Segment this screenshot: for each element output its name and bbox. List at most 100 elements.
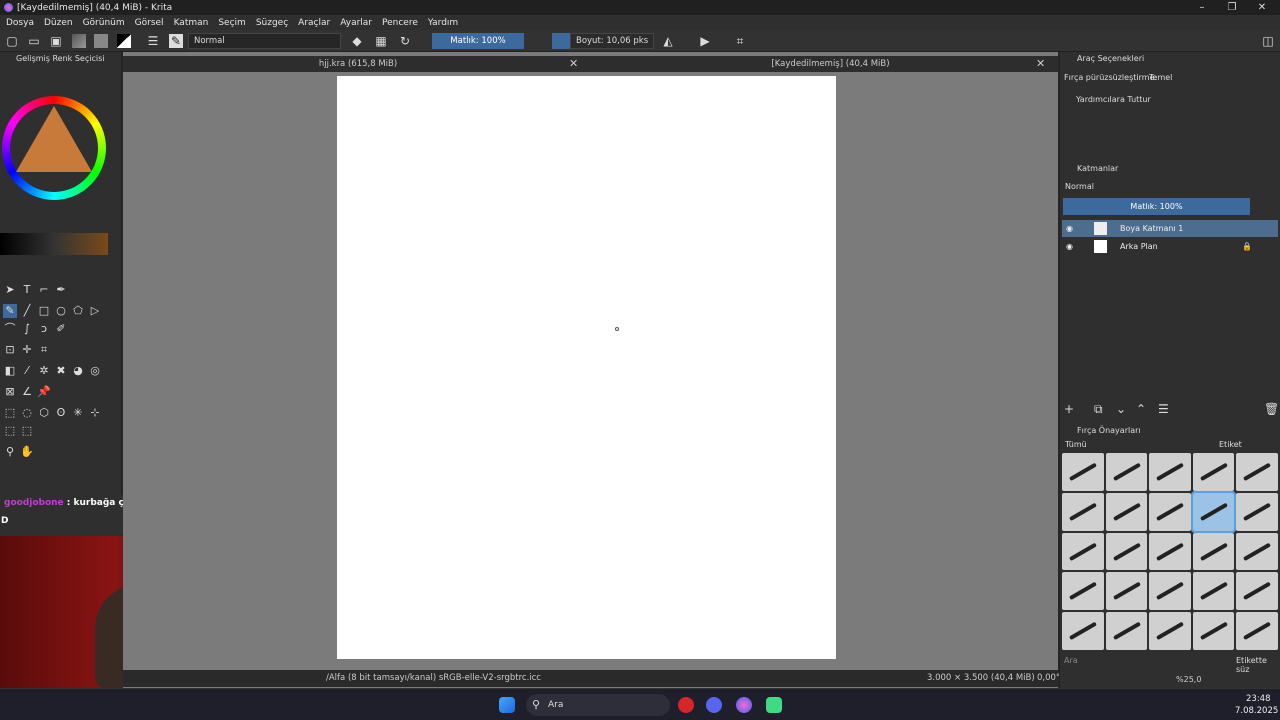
layer-row-paint[interactable]: ◉ Boya Katmanı 1 [1062,220,1278,237]
brush-preset[interactable] [1149,612,1191,650]
maximize-button[interactable]: ❐ [1216,0,1248,15]
brush-preset[interactable] [1192,612,1235,650]
brush-settings-icon[interactable]: ☰ [146,34,160,48]
size-slider-handle[interactable] [552,33,570,49]
blend-mode-select[interactable]: Normal [188,33,341,49]
brush-preset[interactable] [1192,572,1235,611]
brush-preset-icon[interactable]: ✎ [169,34,183,48]
tab-hjj-close-icon[interactable]: ✕ [569,56,578,72]
bezier-select-icon[interactable]: ⬚ [3,424,17,438]
freehand-path-icon[interactable]: ∫ [20,322,34,336]
clock-date[interactable]: 7.08.2025 [1235,706,1278,716]
zoom-level[interactable]: %25,0 [1176,675,1201,684]
mirror-vertical-icon[interactable]: ▶ [698,34,712,48]
color-picker-icon[interactable]: ⁄ [20,364,34,378]
menu-secim[interactable]: Seçim [218,18,245,28]
gradient-tool-icon[interactable]: ◧ [3,364,17,378]
measure-tool-icon[interactable]: ∠ [20,385,34,399]
new-document-icon[interactable]: ▢ [5,34,19,48]
color-history-bar[interactable] [0,233,108,255]
rect-select-icon[interactable]: ⬚ [3,406,17,420]
freehand-brush-icon[interactable]: ✎ [3,304,17,318]
assistant-tool-icon[interactable]: ✖ [54,364,68,378]
eraser-icon[interactable]: ◆ [350,34,364,48]
windows-start-icon[interactable] [499,697,515,713]
brush-filter-select[interactable]: Tümü [1065,440,1087,449]
brush-preset[interactable] [1192,532,1235,571]
save-icon[interactable]: ▣ [49,34,63,48]
smoothing-select[interactable]: Temel [1149,73,1172,82]
menu-duzen[interactable]: Düzen [44,18,73,28]
brush-preset[interactable] [1105,532,1148,571]
layer-opacity-slider[interactable]: Matlık: 100% [1063,198,1250,215]
brush-preset[interactable] [1062,453,1104,491]
minimize-button[interactable]: – [1186,0,1218,15]
rotation-value[interactable]: 0,00° [1037,670,1060,687]
taskbar-search[interactable]: ⚲ Ara [526,694,670,716]
brush-preset[interactable] [1062,572,1104,611]
brush-tag-button[interactable]: Etiket [1219,440,1242,449]
enclose-fill-icon[interactable]: ◎ [88,364,102,378]
text-tool-icon[interactable]: T [20,283,34,297]
clock-time[interactable]: 23:48 [1246,694,1271,704]
brush-preset-selected[interactable] [1190,490,1237,533]
freehand-select-icon[interactable]: ʘ [54,406,68,420]
tab-unsaved-close-icon[interactable]: ✕ [1036,56,1045,72]
magnetic-select-icon[interactable]: ⬚ [20,424,34,438]
alpha-lock-icon[interactable]: ▦ [374,34,388,48]
snap-assistants-checkbox[interactable]: Yardımcılara Tuttur [1076,95,1151,104]
close-button[interactable]: ✕ [1246,0,1278,15]
pan-tool-icon[interactable]: ✋ [20,445,34,459]
brush-preset[interactable] [1105,612,1148,650]
ellipse-select-icon[interactable]: ◌ [20,406,34,420]
workspace-icon[interactable]: ◫ [1261,34,1275,48]
move-tool-icon[interactable]: ✛ [20,343,34,357]
visibility-eye-icon[interactable]: ◉ [1066,220,1073,237]
zoom-tool-icon[interactable]: ⚲ [3,445,17,459]
perspective-grid-icon[interactable]: ⊠ [3,385,17,399]
lock-icon[interactable]: 🔒 [1242,238,1252,255]
pattern-swatch-icon[interactable] [94,34,108,48]
reference-tool-icon[interactable]: 📌 [37,385,51,399]
menu-yardim[interactable]: Yardım [428,18,458,28]
duplicate-layer-icon[interactable]: ⧉ [1094,402,1103,417]
menu-araclar[interactable]: Araçlar [298,18,330,28]
open-folder-icon[interactable]: ▭ [27,34,41,48]
move-down-icon[interactable]: ⌄ [1116,402,1126,416]
move-up-icon[interactable]: ⌃ [1136,402,1146,416]
opacity-slider[interactable]: Matlık: 100% [432,33,524,49]
brush-preset[interactable] [1105,453,1148,491]
menu-dosya[interactable]: Dosya [6,18,34,28]
layer-properties-icon[interactable]: ☰ [1158,402,1169,416]
color-wheel[interactable] [2,96,106,200]
brush-preset[interactable] [1149,532,1191,571]
brush-preset[interactable] [1236,612,1278,650]
edit-shapes-icon[interactable]: ⌐ [37,283,51,297]
opera-icon[interactable] [678,697,694,713]
size-slider[interactable]: Boyut: 10,06 pks [570,33,654,49]
tab-unsaved[interactable]: [Kaydedilmemiş] (40,4 MiB) [603,56,1058,72]
select-shapes-icon[interactable]: ➤ [3,283,17,297]
reload-icon[interactable]: ↻ [398,34,412,48]
android-app-icon[interactable] [766,697,782,713]
fill-tool-icon[interactable]: ◕ [71,364,85,378]
brush-preset[interactable] [1149,492,1191,531]
similar-select-icon[interactable]: ⊹ [88,406,102,420]
wraparound-icon[interactable]: ⌗ [733,34,747,48]
filter-tag-checkbox[interactable]: Etikette süz [1236,656,1280,674]
brush-preset[interactable] [1236,532,1278,571]
ellipse-tool-icon[interactable]: ○ [54,304,68,318]
crop-tool-icon[interactable]: ⌗ [37,343,51,357]
layer-row-background[interactable]: ◉ Arka Plan 🔒 [1062,238,1278,255]
fg-bg-color-icon[interactable] [117,34,131,48]
brush-preset[interactable] [1149,572,1191,611]
brush-preset[interactable] [1149,453,1191,491]
rectangle-tool-icon[interactable]: □ [37,304,51,318]
menu-ayarlar[interactable]: Ayarlar [340,18,372,28]
calligraphy-icon[interactable]: ✒ [54,283,68,297]
magic-wand-icon[interactable]: ✳ [71,406,85,420]
brush-preset[interactable] [1062,612,1104,650]
brush-preset[interactable] [1236,572,1278,611]
menu-pencere[interactable]: Pencere [382,18,418,28]
krita-taskbar-icon[interactable] [736,697,752,713]
